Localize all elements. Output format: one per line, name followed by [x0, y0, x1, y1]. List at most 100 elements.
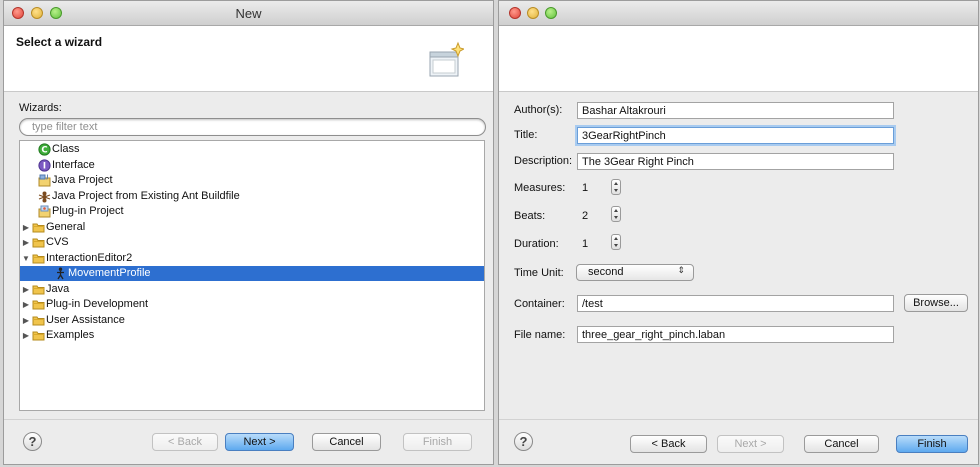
select-arrows-icon: ⇕ — [677, 265, 685, 275]
wizards-label: Wizards: — [19, 102, 62, 114]
time-unit-value: second — [588, 266, 624, 278]
tree-item[interactable]: J Java Project — [20, 173, 484, 188]
expanded-arrow-icon[interactable]: ▼ — [21, 251, 31, 266]
figure-icon — [54, 267, 67, 280]
duration-label: Duration: — [514, 238, 559, 250]
banner-title: Select a wizard — [16, 35, 103, 49]
cancel-button[interactable]: Cancel — [804, 435, 879, 453]
filter-input[interactable]: type filter text — [19, 118, 486, 136]
tree-item[interactable]: ▶ Examples — [20, 328, 484, 343]
footer-divider — [499, 419, 978, 420]
duration-stepper[interactable] — [611, 234, 621, 250]
close-window-button[interactable] — [509, 7, 521, 19]
wizard-banner — [499, 26, 978, 92]
collapsed-arrow-icon[interactable]: ▶ — [21, 313, 31, 328]
tree-item[interactable]: MovementProfile — [20, 266, 484, 281]
title-field[interactable]: 3GearRightPinch — [577, 127, 894, 144]
file-name-field[interactable]: three_gear_right_pinch.laban — [577, 326, 894, 343]
tree-item-label: User Assistance — [46, 313, 125, 326]
next-button[interactable]: Next > — [225, 433, 294, 451]
folder-icon — [32, 252, 45, 265]
container-label: Container: — [514, 298, 565, 310]
finish-button[interactable]: Finish — [896, 435, 968, 453]
duration-field[interactable]: 1 — [582, 238, 604, 250]
tree-item[interactable]: Plug-in Project — [20, 204, 484, 219]
collapsed-arrow-icon[interactable]: ▶ — [21, 328, 31, 343]
minimize-window-button[interactable] — [527, 7, 539, 19]
folder-icon — [32, 236, 45, 249]
beats-field[interactable]: 2 — [582, 210, 604, 222]
tree-item-label: Class — [52, 143, 80, 155]
tree-item[interactable]: ▶ User Assistance — [20, 313, 484, 328]
interface-icon: I — [38, 158, 51, 172]
tree-item-label: Java Project from Existing Ant Buildfile — [52, 189, 240, 202]
folder-icon — [32, 221, 45, 234]
file-name-label: File name: — [514, 329, 566, 341]
tree-item-label: Plug-in Project — [52, 205, 124, 217]
help-button[interactable]: ? — [23, 432, 42, 451]
tree-item[interactable]: ▶ CVS — [20, 235, 484, 250]
new-wizard-window: New Select a wizard Wizards: type filter… — [3, 0, 494, 465]
tree-item-label: Java Project — [52, 174, 113, 186]
folder-icon — [32, 298, 45, 311]
title-label: Title: — [514, 129, 538, 141]
author-field[interactable]: Bashar Altakrouri — [577, 102, 894, 119]
ant-project-icon — [38, 190, 51, 203]
wizard-tree[interactable]: C Class I Interface J Java Project Java Projec… — [19, 140, 485, 411]
finish-button[interactable]: Finish — [403, 433, 472, 451]
wizard-banner: Select a wizard — [4, 26, 493, 92]
laban-wizard-window: Author(s): Bashar Altakrouri Title: 3Gea… — [498, 0, 979, 465]
beats-label: Beats: — [514, 210, 546, 222]
time-unit-select[interactable]: second ⇕ — [576, 264, 694, 281]
tree-item-label: Interface — [52, 158, 95, 171]
tree-item-label: MovementProfile — [68, 267, 151, 279]
folder-icon — [32, 329, 45, 342]
svg-text:C: C — [41, 146, 47, 156]
tree-item[interactable]: I Interface — [20, 158, 484, 173]
time-unit-label: Time Unit: — [514, 267, 564, 279]
tree-item[interactable]: ▼ InteractionEditor2 — [20, 251, 484, 266]
tree-item-label: Java — [46, 282, 70, 295]
tree-item[interactable]: ▶ Java — [20, 282, 484, 297]
wizard-window-icon — [429, 41, 464, 77]
tree-item[interactable]: C Class — [20, 142, 484, 157]
folder-icon — [32, 283, 45, 296]
tree-item-label: General — [46, 220, 86, 233]
tree-item-label: Examples — [46, 329, 95, 341]
collapsed-arrow-icon[interactable]: ▶ — [21, 282, 31, 297]
container-field[interactable]: /test — [577, 295, 894, 312]
cancel-button[interactable]: Cancel — [312, 433, 381, 451]
class-icon: C — [38, 143, 51, 156]
beats-stepper[interactable] — [611, 206, 621, 222]
description-field[interactable]: The 3Gear Right Pinch — [577, 153, 894, 170]
plugin-project-icon — [38, 205, 51, 218]
collapsed-arrow-icon[interactable]: ▶ — [21, 220, 31, 235]
svg-text:I: I — [43, 161, 46, 171]
browse-button[interactable]: Browse... — [904, 294, 968, 312]
folder-icon — [32, 314, 45, 327]
window-title: New — [235, 6, 262, 21]
tree-item[interactable]: Java Project from Existing Ant Buildfile — [20, 189, 484, 204]
measures-stepper[interactable] — [611, 179, 621, 195]
author-label: Author(s): — [514, 104, 563, 116]
measures-field[interactable]: 1 — [582, 182, 604, 194]
description-label: Description: — [514, 155, 573, 167]
collapsed-arrow-icon[interactable]: ▶ — [21, 235, 31, 250]
java-project-icon: J — [38, 174, 51, 187]
help-button[interactable]: ? — [514, 432, 533, 451]
title-bar[interactable]: New — [4, 1, 493, 26]
tree-item-label: Plug-in Development — [46, 298, 149, 310]
back-button[interactable]: < Back — [152, 433, 218, 451]
footer-divider — [4, 419, 493, 420]
svg-text:J: J — [46, 175, 49, 181]
tree-item[interactable]: ▶ Plug-in Development — [20, 297, 484, 312]
title-bar[interactable] — [499, 1, 978, 26]
measures-label: Measures: — [514, 182, 566, 194]
back-button[interactable]: < Back — [630, 435, 707, 453]
collapsed-arrow-icon[interactable]: ▶ — [21, 297, 31, 312]
tree-item-label: CVS — [46, 236, 69, 248]
tree-item[interactable]: ▶ General — [20, 220, 484, 235]
zoom-window-button[interactable] — [545, 7, 557, 19]
next-button[interactable]: Next > — [717, 435, 784, 453]
tree-item-label: InteractionEditor2 — [46, 251, 133, 264]
